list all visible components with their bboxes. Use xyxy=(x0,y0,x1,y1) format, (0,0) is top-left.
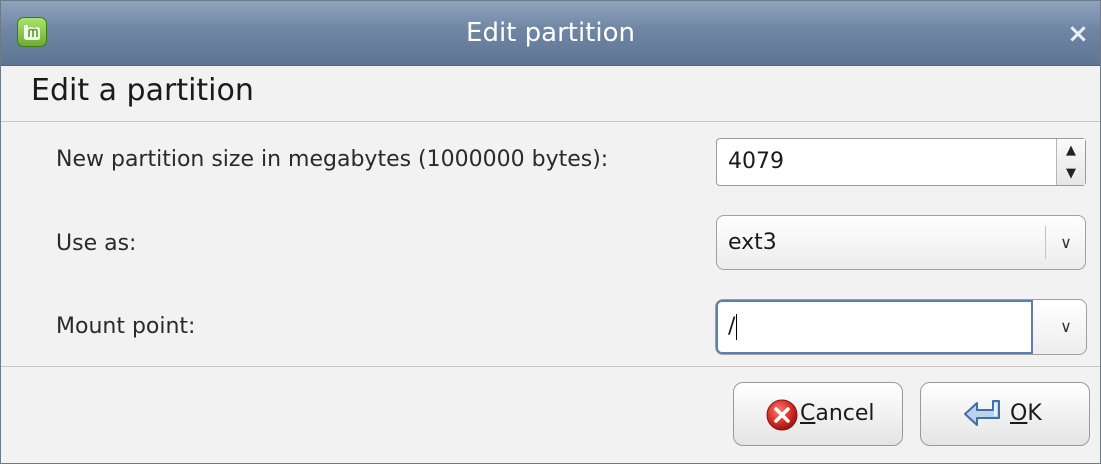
separator xyxy=(1,121,1100,122)
ok-button[interactable]: OK xyxy=(920,382,1090,446)
use-as-label: Use as: xyxy=(56,231,137,256)
partition-size-spinbox[interactable]: 4079 ▲ ▼ xyxy=(716,138,1086,186)
spin-buttons: ▲ ▼ xyxy=(1056,139,1085,185)
chevron-down-icon[interactable]: ∨ xyxy=(1046,216,1086,269)
spin-up-icon[interactable]: ▲ xyxy=(1057,139,1085,162)
separator xyxy=(1,366,1100,367)
ok-button-label: OK xyxy=(1010,401,1042,426)
close-icon[interactable]: × xyxy=(1063,19,1093,49)
window-title: Edit partition xyxy=(466,18,635,48)
cancel-button[interactable]: Cancel xyxy=(733,382,903,446)
mount-point-label: Mount point: xyxy=(56,314,196,339)
use-as-combobox[interactable]: ext3 ∨ xyxy=(716,215,1086,270)
mount-point-input[interactable]: / xyxy=(716,300,1033,354)
cancel-button-label: Cancel xyxy=(800,401,875,426)
spin-down-icon[interactable]: ▼ xyxy=(1057,162,1085,185)
text-caret xyxy=(736,314,738,340)
use-as-value: ext3 xyxy=(728,230,777,255)
ok-return-icon xyxy=(964,400,1000,426)
partition-size-value[interactable]: 4079 xyxy=(728,139,784,185)
mount-point-value: / xyxy=(728,314,736,339)
partition-size-label: New partition size in megabytes (1000000… xyxy=(56,147,609,172)
dialog-heading: Edit a partition xyxy=(31,73,254,108)
chevron-down-icon[interactable]: ∨ xyxy=(1046,300,1086,353)
edit-partition-dialog: Edit partition × Edit a partition New pa… xyxy=(0,0,1101,464)
title-bar[interactable]: Edit partition × xyxy=(1,1,1100,66)
cancel-icon xyxy=(766,399,798,431)
mount-point-combo[interactable]: / ∨ xyxy=(715,299,1087,355)
